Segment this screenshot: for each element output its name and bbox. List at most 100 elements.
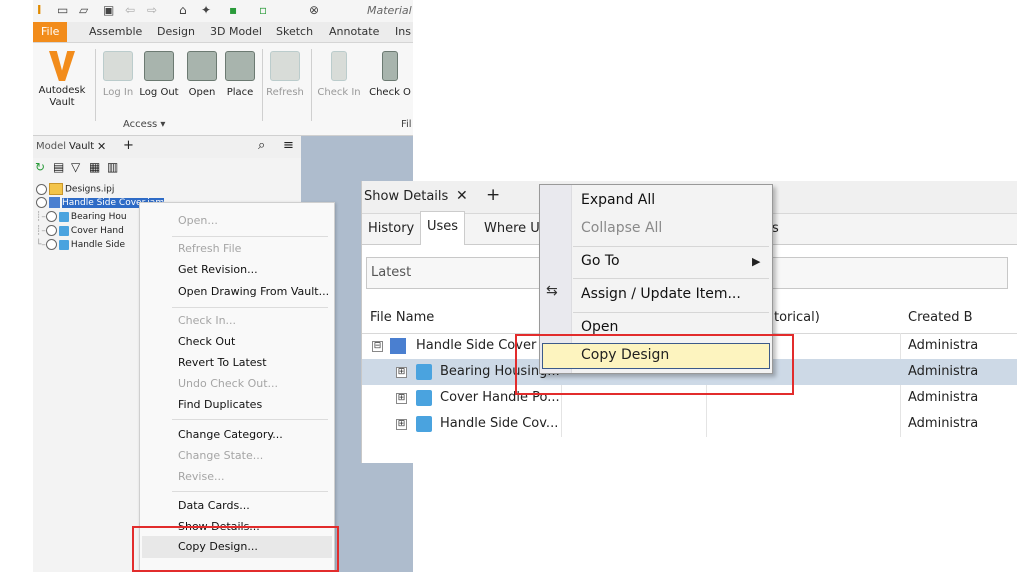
log-in-button[interactable]: Log In [99,43,137,98]
material-dropdown[interactable]: Material [367,4,412,17]
table-row[interactable]: ⊞ Handle Side Cov... Administra [362,411,1017,437]
quick-access-toolbar: I ▭ ▱ ▣ ⇦ ⇨ ⌂ ✦ ▪ ▫ ⊗ Material [33,0,413,22]
menu-item-assign-update-item[interactable]: Assign / Update Item... [581,286,741,302]
appearance-icon[interactable]: ✦ [201,3,211,17]
clipboard-icon[interactable]: ▥ [107,160,118,174]
material-icon[interactable]: ▫ [259,3,267,17]
tree-item-child[interactable]: ┊– Bearing Hou [36,211,127,223]
tab-show-details[interactable]: Show Details [364,189,448,204]
group-access-label[interactable]: Access ▾ [123,119,165,130]
menu-item-expand-all[interactable]: Expand All [581,192,655,208]
menu-item-open-drawing[interactable]: Open Drawing From Vault... [178,285,329,298]
menu-item-refresh-file[interactable]: Refresh File [178,242,241,255]
filter-icon[interactable]: ▽ [71,160,80,174]
menu-item-change-category[interactable]: Change Category... [178,428,283,441]
callout-box [132,526,339,572]
column-file-name[interactable]: File Name [370,310,434,325]
autodesk-vault-button[interactable]: Autodesk Vault [35,43,89,109]
menu-icon[interactable]: ≡ [283,138,294,153]
undo-icon[interactable]: ⇦ [125,3,135,17]
vault-browser-toolbar: ↻ ▤ ▽ ▦ ▥ [33,158,273,178]
tab-assemble[interactable]: Assemble [89,25,142,38]
tab-uses[interactable]: Uses [420,211,466,245]
tab-inspect[interactable]: Ins [395,25,411,38]
refresh-button[interactable]: Refresh [263,43,307,98]
open-button[interactable]: Open [185,43,219,98]
part-icon [58,211,69,222]
expand-icon[interactable]: ⊞ [396,367,407,378]
column-created-by[interactable]: Created B [908,310,973,325]
menu-item-check-out[interactable]: Check Out [178,335,235,348]
tree-item-child[interactable]: ┊– Cover Hand [36,225,124,237]
menu-item-change-state[interactable]: Change State... [178,449,263,462]
menu-item-check-in[interactable]: Check In... [178,314,236,327]
assembly-icon [390,338,406,354]
tab-sketch[interactable]: Sketch [276,25,313,38]
assign-item-icon: ⇆ [546,283,558,299]
open-folder-icon[interactable]: ▱ [79,3,88,17]
appearance-override-icon[interactable]: ⊗ [309,3,319,17]
ribbon-panel: Autodesk Vault Log In Log Out Open Place… [33,43,413,136]
menu-item-undo-check-out[interactable]: Undo Check Out... [178,377,278,390]
refresh-icon [270,51,300,81]
home-icon[interactable]: ⌂ [179,3,187,17]
tab-file[interactable]: File [33,22,68,42]
tab-where-used[interactable]: Where U [478,214,546,244]
collapse-icon[interactable]: ⊟ [372,341,383,352]
vault-logo-icon [49,51,75,81]
tree-item-child[interactable]: └– Handle Side [36,239,125,251]
tab-model[interactable]: Model [36,141,66,152]
refresh-icon[interactable]: ↻ [35,160,45,174]
project-file-icon [49,183,63,195]
status-icon [36,183,47,195]
expand-icon[interactable]: ⊞ [396,419,407,430]
menu-item-open[interactable]: Open... [178,214,218,227]
check-out-icon [382,51,398,81]
submenu-arrow-icon: ▶ [752,255,761,268]
part-icon [416,364,432,380]
part-icon [58,225,69,236]
menu-item-revise[interactable]: Revise... [178,470,224,483]
menu-item-data-cards[interactable]: Data Cards... [178,499,250,512]
add-tab-icon[interactable]: + [123,138,134,153]
menu-item-get-revision[interactable]: Get Revision... [178,263,258,276]
ribbon-tabs: File Assemble Design 3D Model Sketch Ann… [33,22,413,43]
redo-icon[interactable]: ⇨ [147,3,157,17]
update-icon[interactable]: ▪ [229,3,237,17]
vault-context-menu: Open... Refresh File Get Revision... Ope… [139,202,335,572]
properties-icon[interactable]: ▤ [53,160,64,174]
check-in-button[interactable]: Check In [315,43,363,98]
assembly-icon [49,197,60,208]
close-icon[interactable]: ✕ [97,140,106,153]
search-icon[interactable]: ⌕ [258,138,265,153]
place-icon [225,51,255,81]
new-file-icon[interactable]: ▭ [57,3,68,17]
menu-item-open[interactable]: Open [581,319,618,335]
tree-item-project[interactable]: Designs.ipj [36,183,114,195]
tab-vault[interactable]: Vault [69,141,94,152]
inventor-logo-icon[interactable]: I [37,3,41,17]
part-icon [416,390,432,406]
column-historical[interactable]: torical) [774,310,820,325]
menu-item-revert-to-latest[interactable]: Revert To Latest [178,356,267,369]
check-in-icon [331,51,347,81]
expand-icon[interactable]: ⊞ [396,393,407,404]
menu-item-go-to[interactable]: Go To [581,253,620,269]
check-out-button[interactable]: Check O [367,43,413,98]
search-vault-icon[interactable]: ▦ [89,160,100,174]
group-file-label: Fil [401,119,412,130]
place-button[interactable]: Place [221,43,259,98]
menu-item-find-duplicates[interactable]: Find Duplicates [178,398,262,411]
status-icon [45,211,57,222]
add-tab-icon[interactable]: + [486,185,500,205]
tab-annotate[interactable]: Annotate [329,25,379,38]
open-icon [187,51,217,81]
save-icon[interactable]: ▣ [103,3,114,17]
log-out-button[interactable]: Log Out [137,43,181,98]
menu-item-collapse-all[interactable]: Collapse All [581,220,662,236]
tab-design[interactable]: Design [157,25,195,38]
close-icon[interactable]: ✕ [456,188,468,204]
callout-box [515,334,794,395]
tab-3d-model[interactable]: 3D Model [210,25,262,38]
tab-history[interactable]: History [362,214,420,244]
